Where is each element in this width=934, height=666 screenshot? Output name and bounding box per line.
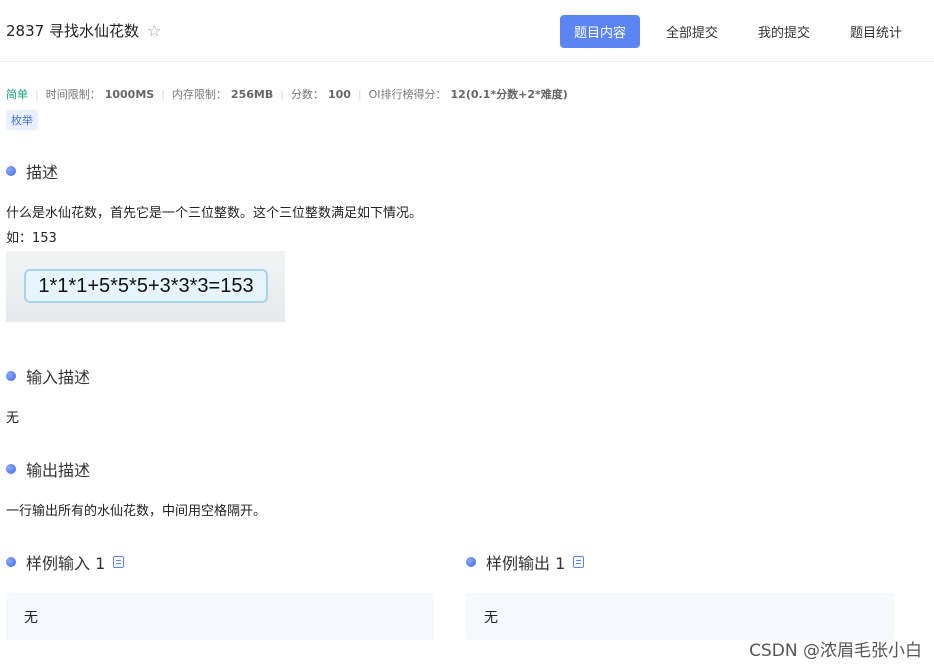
tab-bar: 题目内容 全部提交 我的提交 题目统计 bbox=[559, 15, 916, 48]
tag-enumeration[interactable]: 枚举 bbox=[6, 110, 38, 130]
output-description-heading: 输出描述 bbox=[6, 457, 90, 481]
output-description-title: 输出描述 bbox=[26, 461, 91, 480]
output-description-text: 一行输出所有的水仙花数，中间用空格隔开。 bbox=[6, 504, 267, 519]
divider: | bbox=[35, 87, 39, 101]
copy-icon[interactable] bbox=[113, 556, 125, 568]
oi-score-label: OI排行榜得分： bbox=[368, 88, 447, 101]
input-description-title: 输入描述 bbox=[26, 368, 91, 387]
formula-text: 1*1*1+5*5*5+3*3*3=153 bbox=[24, 269, 268, 303]
problem-meta: 简单 | 时间限制： 1000MS | 内存限制： 256MB | 分数： 10… bbox=[6, 86, 568, 102]
section-dot-icon bbox=[466, 557, 476, 567]
description-line-1: 什么是水仙花数，首先它是一个三位整数。这个三位整数满足如下情况。 bbox=[6, 206, 423, 221]
oi-score-value: 12(0.1*分数+2*难度) bbox=[450, 88, 568, 101]
difficulty-label: 简单 bbox=[6, 88, 28, 101]
time-limit-value: 1000MS bbox=[104, 87, 155, 101]
score-value: 100 bbox=[327, 87, 351, 101]
tab-statistics[interactable]: 题目统计 bbox=[836, 15, 916, 48]
sample-input-value: 无 bbox=[24, 610, 38, 626]
input-description-heading: 输入描述 bbox=[6, 364, 90, 388]
formula-image: 1*1*1+5*5*5+3*3*3=153 bbox=[6, 251, 285, 322]
section-dot-icon bbox=[6, 371, 16, 381]
tab-all-submissions[interactable]: 全部提交 bbox=[652, 15, 732, 48]
page-header: 2837 寻找水仙花数 ☆ 题目内容 全部提交 我的提交 题目统计 bbox=[0, 0, 934, 62]
sample-input-heading: 样例输入 1 bbox=[6, 550, 125, 574]
tab-my-submissions[interactable]: 我的提交 bbox=[744, 15, 824, 48]
divider: | bbox=[357, 87, 362, 101]
time-limit-label: 时间限制： bbox=[45, 88, 101, 101]
section-dot-icon bbox=[6, 464, 16, 474]
section-dot-icon bbox=[6, 166, 16, 176]
description-line-2: 如：153 bbox=[6, 231, 57, 246]
section-dot-icon bbox=[6, 557, 16, 567]
watermark: CSDN @浓眉毛张小白 bbox=[749, 641, 922, 661]
input-description-text: 无 bbox=[6, 411, 20, 426]
memory-limit-value: 256MB bbox=[230, 87, 274, 101]
divider: | bbox=[161, 87, 165, 101]
sample-output-box[interactable]: 无 bbox=[466, 593, 894, 640]
description-heading: 描述 bbox=[6, 159, 58, 183]
score-label: 分数： bbox=[290, 88, 324, 101]
memory-limit-label: 内存限制： bbox=[171, 88, 227, 101]
divider: | bbox=[280, 87, 284, 101]
sample-output-title: 样例输出 1 bbox=[486, 554, 566, 573]
copy-icon[interactable] bbox=[573, 556, 585, 568]
sample-output-heading: 样例输出 1 bbox=[466, 550, 585, 574]
sample-input-box[interactable]: 无 bbox=[6, 593, 434, 640]
sample-output-value: 无 bbox=[484, 610, 498, 626]
problem-title: 2837 寻找水仙花数 bbox=[6, 22, 139, 40]
tab-content[interactable]: 题目内容 bbox=[559, 15, 640, 48]
star-icon[interactable]: ☆ bbox=[147, 21, 161, 40]
sample-input-title: 样例输入 1 bbox=[26, 554, 106, 573]
description-title: 描述 bbox=[26, 163, 59, 182]
problem-title-row: 2837 寻找水仙花数 ☆ bbox=[6, 20, 161, 41]
